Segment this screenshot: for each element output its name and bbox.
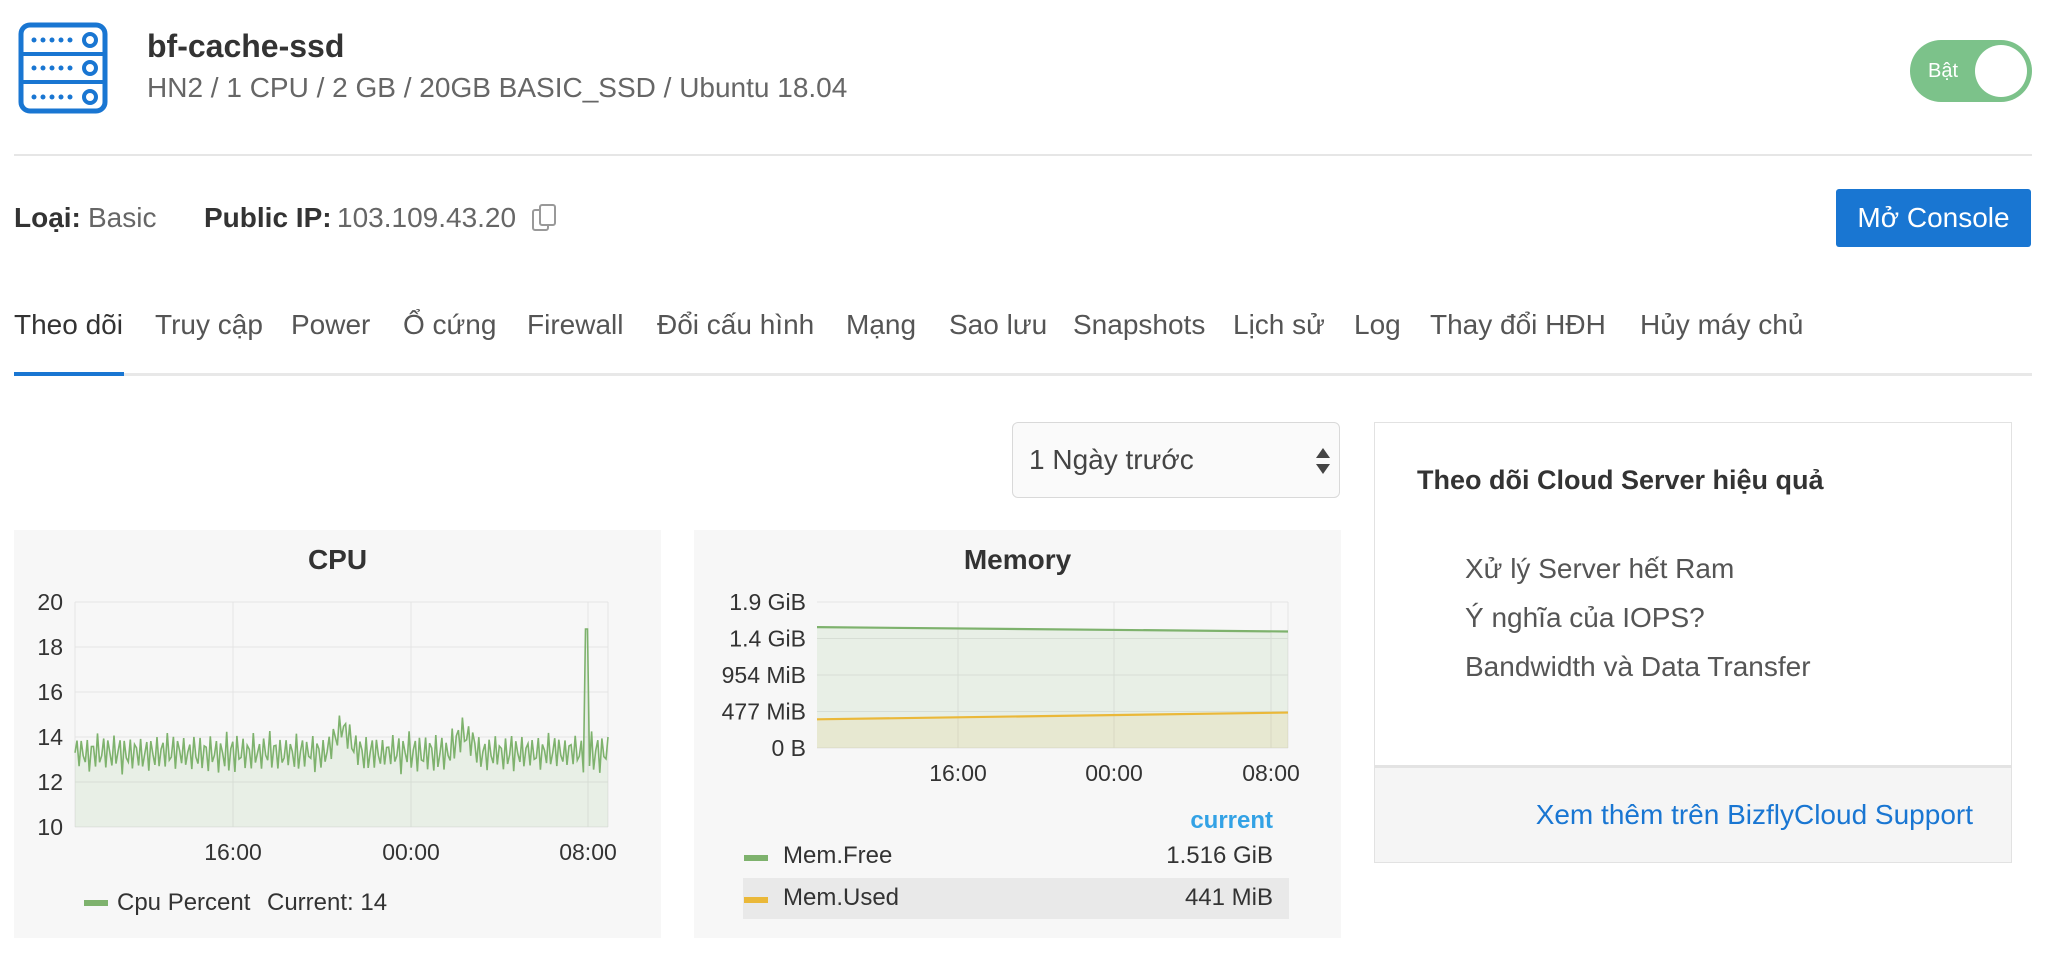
memory-legend-current-header: current xyxy=(1190,807,1273,834)
tab-power[interactable]: Power xyxy=(291,305,370,345)
cpu-x-tick-label: 16:00 xyxy=(204,839,262,865)
cpu-y-tick-label: 12 xyxy=(37,769,63,795)
cpu-x-tick-label: 08:00 xyxy=(559,839,617,865)
cpu-legend-swatch xyxy=(84,900,108,906)
cpu-series-area xyxy=(75,629,608,827)
cpu-y-tick-label: 10 xyxy=(37,814,63,840)
memory-x-tick-label: 08:00 xyxy=(1242,760,1300,786)
tab-network[interactable]: Mạng xyxy=(846,305,916,345)
server-name: bf-cache-ssd xyxy=(147,28,345,64)
cpu-y-tick-label: 14 xyxy=(37,724,63,750)
memory-y-tick-label: 477 MiB xyxy=(722,699,806,725)
tips-footer: Xem thêm trên BizflyCloud Support xyxy=(1375,765,2011,862)
server-icon xyxy=(18,22,108,114)
select-arrows-icon xyxy=(1316,448,1330,474)
cpu-x-tick-label: 00:00 xyxy=(382,839,440,865)
type-label: Loại: xyxy=(14,202,81,233)
open-console-button[interactable]: Mở Console xyxy=(1836,189,2031,247)
tips-title: Theo dõi Cloud Server hiệu quả xyxy=(1417,465,1824,495)
cpu-y-tick-label: 18 xyxy=(37,634,63,660)
tab-snapshots[interactable]: Snapshots xyxy=(1073,305,1205,345)
memory-y-tick-label: 0 B xyxy=(771,735,806,761)
tab-disk[interactable]: Ổ cứng xyxy=(403,305,496,345)
power-toggle[interactable]: Bật xyxy=(1910,40,2032,102)
memory-y-tick-label: 1.4 GiB xyxy=(729,626,806,652)
memory-y-tick-label: 954 MiB xyxy=(722,662,806,688)
public-ip-label: Public IP: xyxy=(204,202,332,233)
server-spec: HN2 / 1 CPU / 2 GB / 20GB BASIC_SSD / Ub… xyxy=(147,72,848,103)
tip-link-bandwidth[interactable]: Bandwidth và Data Transfer xyxy=(1465,651,1811,683)
cpu-y-tick-label: 16 xyxy=(37,679,63,705)
cpu-legend-current: Current: 14 xyxy=(267,889,387,916)
tab-firewall[interactable]: Firewall xyxy=(527,305,623,345)
tab-backup[interactable]: Sao lưu xyxy=(949,305,1047,345)
cpu-chart-panel: CPU 20 18 16 14 12 10 16:00 00:00 08:00 Cpu Perce… xyxy=(14,530,661,938)
support-link[interactable]: Xem thêm trên BizflyCloud Support xyxy=(1536,768,1973,862)
memory-x-tick-label: 00:00 xyxy=(1085,760,1143,786)
tab-change-os[interactable]: Thay đổi HĐH xyxy=(1430,305,1606,345)
active-tab-indicator xyxy=(14,372,124,376)
header-divider xyxy=(14,154,2032,156)
cpu-y-tick-label: 20 xyxy=(37,589,63,615)
tips-card: Theo dõi Cloud Server hiệu quả Xử lý Ser… xyxy=(1374,422,2012,863)
tab-log[interactable]: Log xyxy=(1354,305,1401,345)
memory-chart: 1.9 GiB 1.4 GiB 954 MiB 477 MiB 0 B 16:00 00:0… xyxy=(722,589,1300,919)
time-range-select[interactable]: 1 Ngày trước xyxy=(1012,422,1340,498)
tab-monitor[interactable]: Theo dõi xyxy=(14,305,123,345)
memory-legend-label: Mem.Used xyxy=(783,884,899,911)
tab-access[interactable]: Truy cập xyxy=(155,305,263,345)
memory-x-tick-label: 16:00 xyxy=(929,760,987,786)
memory-legend-swatch xyxy=(744,855,768,861)
memory-legend-label: Mem.Free xyxy=(783,842,892,869)
power-toggle-knob xyxy=(1975,45,2027,97)
power-toggle-label: Bật xyxy=(1928,60,1959,82)
tab-bar: Theo dõi Truy cập Power Ổ cứng Firewall … xyxy=(14,305,2032,376)
tab-resize[interactable]: Đổi cấu hình xyxy=(657,305,814,345)
tip-link-ram[interactable]: Xử lý Server hết Ram xyxy=(1465,553,1734,585)
cpu-legend-label: Cpu Percent xyxy=(117,889,251,916)
memory-legend-value: 1.516 GiB xyxy=(1166,842,1273,869)
tab-destroy[interactable]: Hủy máy chủ xyxy=(1640,305,1803,345)
tab-history[interactable]: Lịch sử xyxy=(1233,305,1325,345)
public-ip-value: 103.109.43.20 xyxy=(337,202,517,233)
cpu-chart: 20 18 16 14 12 10 16:00 00:00 08:00 Cpu Percent Cu… xyxy=(37,589,617,916)
tip-link-iops[interactable]: Ý nghĩa của IOPS? xyxy=(1465,602,1705,634)
memory-legend-swatch xyxy=(744,897,768,903)
memory-y-tick-label: 1.9 GiB xyxy=(729,589,806,615)
copy-icon[interactable] xyxy=(531,203,557,233)
time-range-value: 1 Ngày trước xyxy=(1029,444,1194,475)
memory-legend-value: 441 MiB xyxy=(1185,884,1273,911)
type-value: Basic xyxy=(88,202,157,233)
memory-chart-panel: Memory 1.9 GiB 1.4 GiB 954 MiB 477 MiB 0 B 16… xyxy=(694,530,1341,938)
